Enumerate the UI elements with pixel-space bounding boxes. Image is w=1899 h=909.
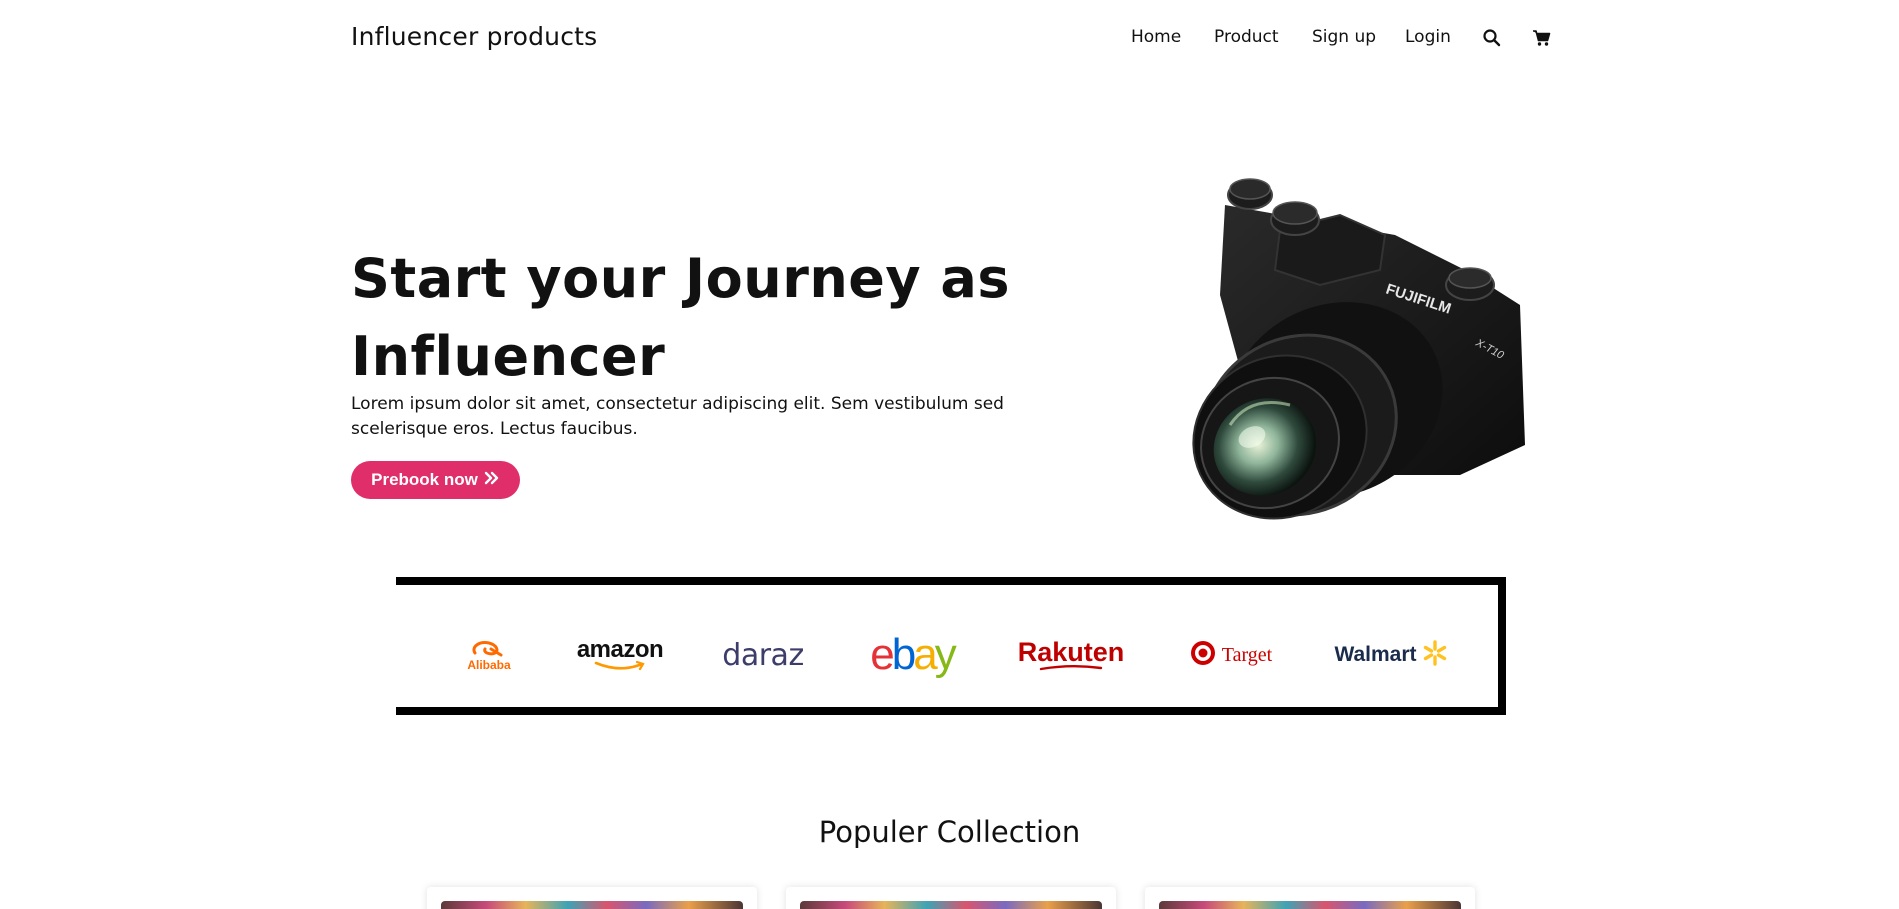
nav-home-link[interactable]: Home <box>1131 27 1181 47</box>
hero-title-line-1: Start your Journey as <box>351 247 1010 310</box>
ebay-logo-b: b <box>891 630 917 679</box>
walmart-logo: Walmart <box>1334 635 1449 675</box>
popular-collection-title: Populer Collection <box>818 815 1081 849</box>
target-logo-text: Target <box>1221 643 1273 666</box>
rakuten-logo: Rakuten <box>1017 635 1125 675</box>
product-card[interactable] <box>427 887 757 909</box>
rakuten-logo-text: Rakuten <box>1017 637 1125 667</box>
daraz-logo: daraz <box>718 635 808 675</box>
walmart-logo-text: Walmart <box>1334 643 1417 666</box>
product-card-image <box>800 901 1102 909</box>
ebay-logo-y: y <box>934 630 957 679</box>
amazon-logo: amazon <box>574 635 666 675</box>
product-card-image <box>441 901 743 909</box>
target-logo: Target <box>1186 635 1276 675</box>
product-card-image <box>1159 901 1461 909</box>
amazon-logo-text: amazon <box>576 636 664 663</box>
hero-title-line-2: Influencer <box>351 325 666 388</box>
product-card[interactable] <box>786 887 1116 909</box>
product-card[interactable] <box>1145 887 1475 909</box>
cart-icon[interactable] <box>1532 28 1552 48</box>
search-icon[interactable] <box>1482 28 1502 48</box>
partner-logos-strip: Alibaba amazon daraz e b a y Rakuten Tar… <box>396 577 1506 715</box>
alibaba-logo-text: Alibaba <box>467 657 511 672</box>
alibaba-logo: Alibaba <box>458 635 520 675</box>
ebay-logo-a: a <box>913 630 938 679</box>
nav-signup-link[interactable]: Sign up <box>1312 27 1376 47</box>
hero-description: Lorem ipsum dolor sit amet, consectetur … <box>351 394 1004 439</box>
prebook-now-label: Prebook now <box>371 470 478 489</box>
ebay-logo: e b a y <box>861 630 963 679</box>
walmart-spark-icon <box>1421 639 1449 671</box>
nav-login-link[interactable]: Login <box>1405 27 1451 47</box>
daraz-logo-text: daraz <box>722 637 804 673</box>
double-chevron-right-icon <box>484 470 500 490</box>
hero-camera-image: FUJIFILM X-T10 <box>1130 175 1530 555</box>
site-logo-text[interactable]: Influencer products <box>351 22 597 51</box>
nav-product-link[interactable]: Product <box>1214 27 1279 47</box>
ebay-logo-e: e <box>870 630 895 679</box>
top-navbar: Influencer products Home Product Sign up… <box>0 0 1899 78</box>
target-bullseye-icon <box>1190 640 1216 670</box>
prebook-now-button[interactable]: Prebook now <box>351 461 520 499</box>
hero-title: Start your Journey as Influencer <box>351 240 1051 396</box>
